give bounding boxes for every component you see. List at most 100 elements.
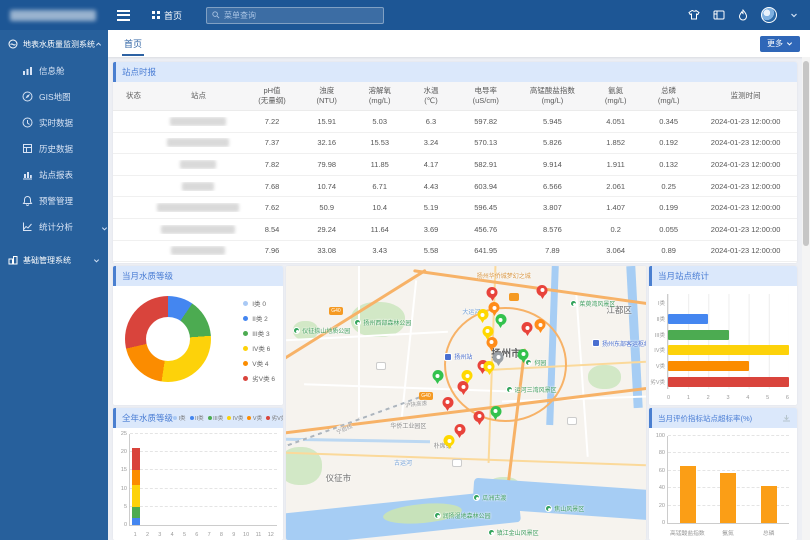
ytick-label: 15 (121, 467, 127, 473)
exceed-bar[interactable] (761, 486, 777, 523)
collapse-menu-icon[interactable] (108, 10, 138, 21)
ytick-label: 20 (121, 449, 127, 455)
legend-dot (243, 316, 248, 321)
grid-icon (152, 11, 160, 19)
station-map-pin-red[interactable] (537, 285, 548, 296)
station-map-pin-yellow[interactable] (444, 435, 455, 446)
map-scenic-label: 仪征捺山地质公园 (293, 326, 350, 335)
hbar-bar[interactable] (668, 377, 789, 387)
legend-item[interactable]: 劣V类 6 (243, 373, 275, 383)
station-map-pin-green[interactable] (495, 314, 506, 325)
site-name-redacted (167, 138, 229, 147)
scrollbar-track[interactable] (802, 57, 810, 540)
nav-home[interactable]: 首页 (152, 9, 182, 22)
month-label: 9 (228, 532, 240, 538)
value-cell: 1.852 (588, 138, 643, 147)
sidebar-item-4[interactable]: 历史数据 (0, 136, 108, 162)
legend-item[interactable]: II类 2 (243, 313, 275, 323)
column-header: 状态 (113, 91, 154, 101)
station-map-pin-red[interactable] (522, 322, 533, 333)
station-map-pin-orange[interactable] (489, 302, 500, 313)
value-cell: 7.89 (517, 246, 589, 255)
station-map-pin-orange[interactable] (486, 337, 497, 348)
value-cell: 3.064 (588, 246, 643, 255)
station-map-pin-gray[interactable] (493, 352, 504, 363)
sidebar-item-5[interactable]: 站点报表 (0, 162, 108, 188)
legend-item[interactable]: I类 (173, 414, 186, 422)
exceed-bar[interactable] (720, 473, 736, 523)
chart-toolbox-icon[interactable] (782, 414, 791, 423)
month-label: 5 (178, 532, 190, 538)
month-label: 3 (154, 532, 166, 538)
donut-chart (125, 296, 211, 382)
station-map-pin-red[interactable] (487, 287, 498, 298)
sidebar-item-6[interactable]: 预警管理 (0, 188, 108, 214)
month-stack[interactable] (132, 448, 140, 525)
more-button[interactable]: 更多 (760, 36, 800, 52)
hbar-xtick: 0 (667, 395, 670, 401)
transit-station-icon (444, 353, 452, 361)
station-map-pin-red[interactable] (474, 411, 485, 422)
user-avatar[interactable] (761, 7, 777, 23)
hbar-bar[interactable] (668, 314, 708, 324)
station-map-pin-yellow[interactable] (482, 326, 493, 337)
hbar-category-label: 劣V类 (650, 378, 665, 386)
panel-title: 全年水质等级 (122, 412, 173, 424)
scenic-label-text: 仪征捺山地质公园 (302, 326, 350, 335)
scrollbar-thumb[interactable] (803, 61, 809, 246)
sidebar-item-icon (22, 195, 33, 208)
station-map-pin-yellow[interactable] (484, 361, 495, 372)
exceed-bar[interactable] (680, 466, 696, 523)
site-cell (154, 246, 243, 255)
exceed-columns (668, 436, 789, 523)
transit-label-text: 扬州站 (454, 352, 472, 361)
menu-search-input[interactable] (224, 11, 364, 20)
theme-skin-icon[interactable] (688, 9, 700, 21)
legend-item[interactable]: III类 (208, 414, 224, 422)
legend-item[interactable]: I类 0 (243, 298, 275, 308)
month-label: 7 (203, 532, 215, 538)
sidebar-item-7[interactable]: 统计分析 (0, 214, 108, 240)
station-map-pin-green[interactable] (518, 349, 529, 360)
sidebar-item-1[interactable]: 信息舱 (0, 58, 108, 84)
station-map-pin-yellow[interactable] (477, 309, 488, 320)
menu-search-box[interactable] (206, 7, 384, 24)
hbar-bar[interactable] (668, 345, 789, 355)
layout-size-icon[interactable] (713, 9, 725, 21)
month-column (167, 434, 179, 525)
flame-icon[interactable] (738, 9, 748, 21)
sidebar-item-2[interactable]: GIS地图 (0, 84, 108, 110)
station-map-pin-green[interactable] (432, 370, 443, 381)
hbar-bar[interactable] (668, 361, 749, 371)
legend-item[interactable]: V类 4 (243, 358, 275, 368)
value-cell: 3.43 (352, 246, 407, 255)
month-columns (130, 434, 277, 525)
station-map-pin-yellow[interactable] (462, 370, 473, 381)
column-header: 高锰酸盐指数(mg/L) (517, 86, 589, 106)
sidebar-group-base-management[interactable]: 基础管理系统 (0, 246, 108, 274)
legend-item[interactable]: 劣V类 (266, 414, 283, 422)
sidebar-group-surface-water-system[interactable]: 地表水质量监测系统 (0, 30, 108, 58)
station-map-pin-orange[interactable] (535, 319, 546, 330)
station-map-pin-red[interactable] (458, 381, 469, 392)
user-menu-chevron-icon[interactable] (790, 11, 798, 19)
legend-item[interactable]: II类 (190, 414, 204, 422)
tab-home[interactable]: 首页 (122, 31, 144, 56)
legend-item[interactable]: V类 (247, 414, 262, 422)
sidebar-item-3[interactable]: 实时数据 (0, 110, 108, 136)
legend-item[interactable]: III类 3 (243, 328, 275, 338)
station-map-pin-red[interactable] (454, 424, 465, 435)
sidebar-item-icon (22, 91, 33, 104)
map-scenic-label: 润扬湿地森林公园 (434, 511, 491, 520)
hbar-row: IV类 (668, 345, 789, 355)
legend-item[interactable]: IV类 (227, 414, 243, 422)
station-map-pin-green[interactable] (490, 406, 501, 417)
legend-item[interactable]: IV类 6 (243, 343, 275, 353)
tab-bar: 首页 更多 (108, 30, 810, 57)
hbar-bar[interactable] (668, 330, 729, 340)
value-cell: 6.71 (352, 182, 407, 191)
table-row: 7.6250.910.45.19596.453.8071.4070.199202… (113, 197, 797, 219)
station-map-pin-red[interactable] (442, 397, 453, 408)
map-canvas[interactable]: 扬州市江都区仪征市古运河大运河沪陕高速宁启线朴席镇华侨工业园区扬州华侨城梦幻之城… (286, 266, 646, 540)
value-cell: 7.68 (243, 182, 301, 191)
